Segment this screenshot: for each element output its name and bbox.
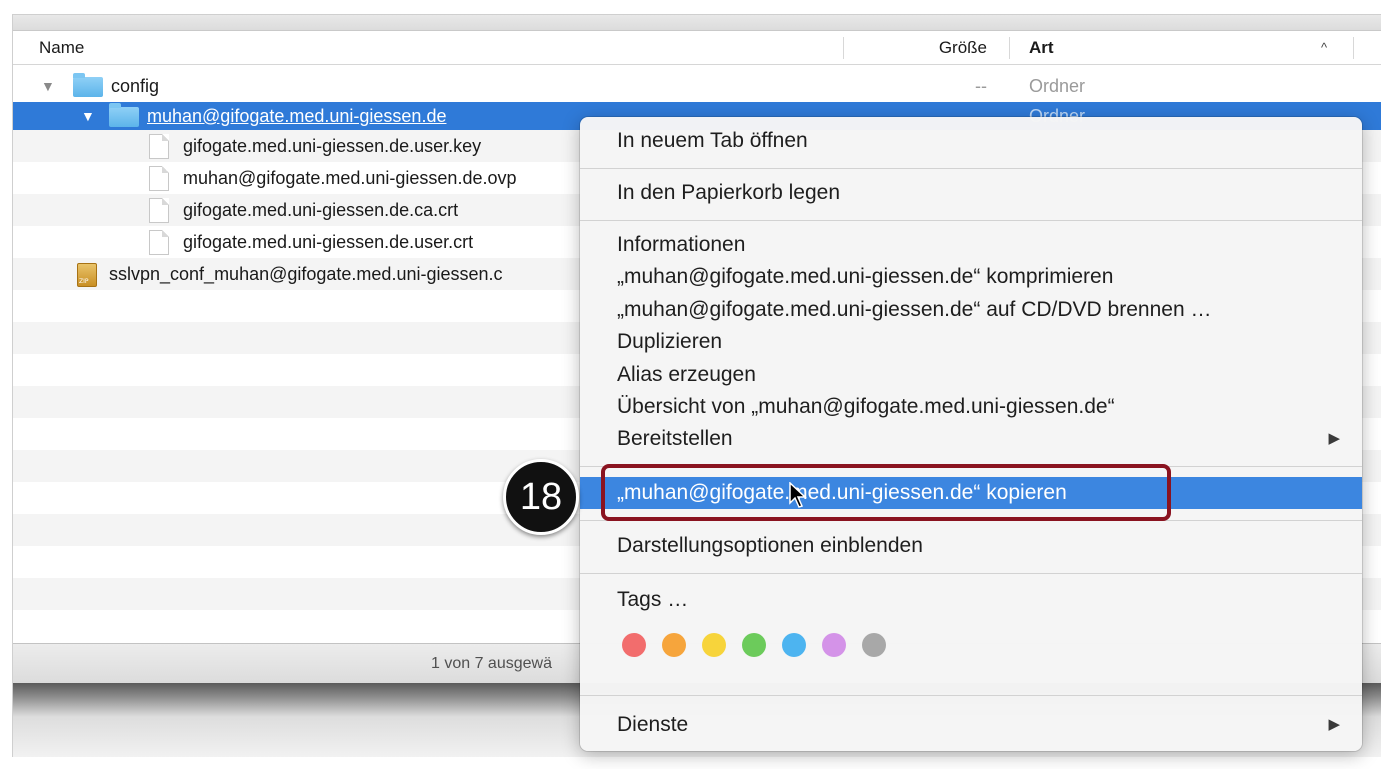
column-divider[interactable]: [843, 37, 844, 59]
document-icon: [149, 198, 169, 223]
file-name: gifogate.med.uni-giessen.de.ca.crt: [183, 200, 459, 220]
menu-item-show-view-options[interactable]: Darstellungsoptionen einblenden: [580, 530, 1362, 562]
menu-item-get-info[interactable]: Informationen: [580, 229, 1362, 261]
file-name: gifogate.med.uni-giessen.de.user.crt: [183, 232, 474, 252]
file-size: --: [975, 76, 987, 96]
folder-icon: [109, 103, 139, 127]
tag-gray-dot[interactable]: [862, 633, 886, 657]
file-kind: Ordner: [1029, 76, 1086, 96]
window-top-edge: [13, 15, 1381, 31]
menu-separator: [580, 168, 1362, 169]
file-name: muhan@gifogate.med.uni-giessen.de: [147, 106, 447, 126]
screenshot-frame: Name Größe Art ^ ▼ config -- Ordner ▼ mu…: [0, 0, 1381, 769]
file-row-config[interactable]: ▼ config -- Ordner: [13, 70, 1381, 102]
tag-purple-dot[interactable]: [822, 633, 846, 657]
menu-item-duplicate[interactable]: Duplizieren: [580, 326, 1362, 358]
file-name: config: [111, 76, 160, 96]
context-menu: In neuem Tab öffnen In den Papierkorb le…: [580, 117, 1362, 751]
column-header-name[interactable]: Name: [39, 31, 84, 65]
menu-item-move-to-trash[interactable]: In den Papierkorb legen: [580, 177, 1362, 209]
tag-green-dot[interactable]: [742, 633, 766, 657]
menu-item-quick-look[interactable]: Übersicht von „muhan@gifogate.med.uni-gi…: [580, 391, 1362, 423]
menu-item-label: Dienste: [617, 713, 689, 736]
column-divider[interactable]: [1353, 37, 1354, 59]
sort-ascending-icon: ^: [1321, 40, 1328, 55]
tag-blue-dot[interactable]: [782, 633, 806, 657]
selection-count-text: 1 von 7 ausgewä: [431, 655, 552, 672]
disclosure-triangle-expanded-icon[interactable]: ▼: [81, 100, 95, 132]
column-divider[interactable]: [1009, 37, 1010, 59]
tag-red-dot[interactable]: [622, 633, 646, 657]
document-icon: [149, 166, 169, 191]
mouse-pointer-icon: [789, 482, 807, 508]
tag-yellow-dot[interactable]: [702, 633, 726, 657]
column-header-kind[interactable]: Art: [1029, 31, 1054, 65]
step-number-badge: 18: [503, 459, 579, 535]
disclosure-triangle-expanded-icon[interactable]: ▼: [41, 70, 55, 102]
column-header: Name Größe Art ^: [13, 31, 1381, 65]
menu-item-make-alias[interactable]: Alias erzeugen: [580, 359, 1362, 391]
menu-item-compress[interactable]: „muhan@gifogate.med.uni-giessen.de“ komp…: [580, 261, 1362, 293]
submenu-arrow-icon: ▶: [1328, 716, 1340, 733]
menu-separator: [580, 573, 1362, 574]
folder-icon: [73, 73, 103, 97]
zip-archive-icon: [77, 263, 97, 287]
column-header-size[interactable]: Größe: [931, 31, 987, 65]
submenu-arrow-icon: ▶: [1328, 430, 1340, 447]
document-icon: [149, 134, 169, 159]
menu-item-share[interactable]: Bereitstellen ▶: [580, 423, 1362, 455]
menu-item-services[interactable]: Dienste ▶: [580, 709, 1362, 741]
tag-color-picker: [622, 633, 942, 657]
menu-item-label: Bereitstellen: [617, 427, 733, 450]
highlight-callout-box: [601, 464, 1171, 521]
file-name: sslvpn_conf_muhan@gifogate.med.uni-giess…: [109, 264, 503, 284]
tag-orange-dot[interactable]: [662, 633, 686, 657]
menu-item-open-in-new-tab[interactable]: In neuem Tab öffnen: [580, 125, 1362, 157]
menu-item-burn-disc[interactable]: „muhan@gifogate.med.uni-giessen.de“ auf …: [580, 294, 1362, 326]
menu-separator: [580, 695, 1362, 696]
menu-item-tags[interactable]: Tags …: [580, 584, 1362, 616]
menu-separator: [580, 220, 1362, 221]
file-name: gifogate.med.uni-giessen.de.user.key: [183, 136, 482, 156]
file-name: muhan@gifogate.med.uni-giessen.de.ovp: [183, 168, 517, 188]
document-icon: [149, 230, 169, 255]
